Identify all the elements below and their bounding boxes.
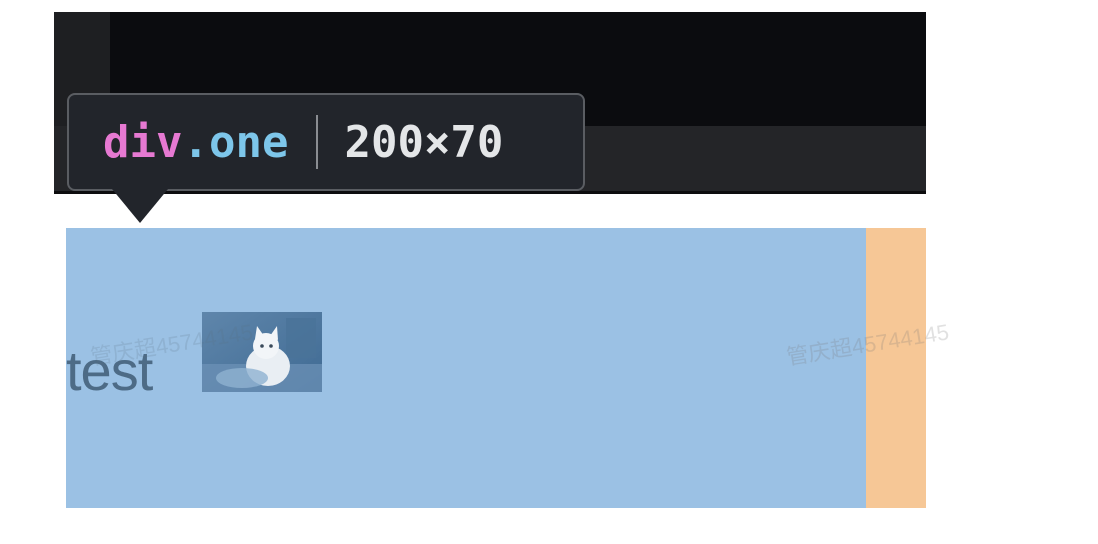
devtools-inspect-view: test 管庆超45744145 管庆超45744145 div . one 2… (0, 0, 1098, 544)
element-margin-highlight (866, 228, 926, 508)
tooltip-class-name: one (208, 116, 289, 168)
tooltip-tag-name: div (103, 116, 183, 168)
tooltip-separator (316, 115, 319, 169)
element-content-highlight[interactable]: test (66, 228, 866, 508)
devtools-divider (54, 191, 926, 194)
element-inspector-tooltip: div. one 200×70 (67, 93, 585, 191)
tooltip-dimensions: 200×70 (344, 116, 504, 168)
tooltip-class-dot: . (182, 116, 209, 168)
tooltip-pointer (112, 189, 168, 223)
